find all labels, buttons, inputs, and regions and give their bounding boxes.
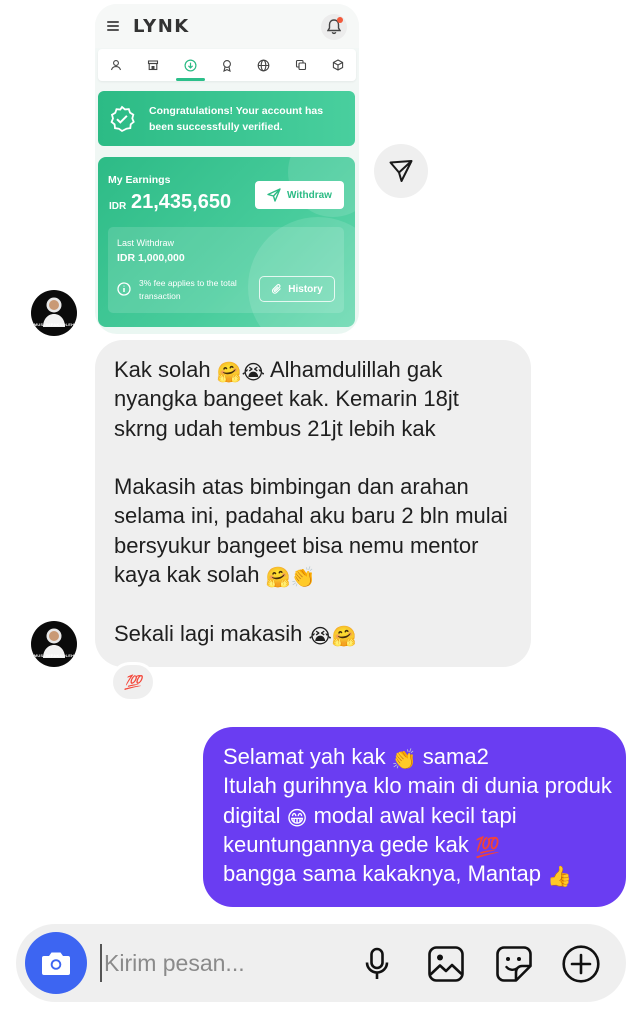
gallery-icon — [428, 946, 464, 982]
avatar[interactable]: MUSLIMPAKSOLEH — [31, 290, 77, 336]
message-paragraph: Sekali lagi makasih 😭🤗 — [114, 620, 357, 648]
globe-icon — [245, 49, 282, 81]
message-line: bangga sama kakaknya, Mantap 👍 — [223, 861, 573, 889]
sticker-icon — [496, 946, 532, 982]
fee-note: 3% fee applies to the total transaction — [139, 278, 237, 301]
earnings-amount: 21,435,650 — [131, 191, 232, 213]
earnings-card: My Earnings IDR 21,435,650 Withdraw Last… — [98, 157, 355, 327]
share-button[interactable] — [374, 144, 428, 198]
box-icon — [319, 49, 356, 81]
message-paragraph: Makasih atas bimbingan dan arahan selama… — [114, 474, 508, 590]
lynk-tab-bar — [98, 49, 356, 81]
message-line: Selamat yah kak 👏 sama2 — [223, 744, 489, 771]
withdraw-button: Withdraw — [255, 181, 344, 209]
last-withdraw-label: Last Withdraw — [117, 238, 175, 248]
lynk-header: LYNK — [95, 4, 359, 48]
mic-icon — [365, 947, 389, 979]
earnings-currency: IDR — [109, 201, 127, 212]
message-paragraph: Kak solah 🤗😭 Alhamdulillah gak nyangka b… — [114, 357, 459, 441]
bell-icon — [321, 14, 347, 40]
send-icon — [267, 188, 281, 202]
last-withdraw-box: Last Withdraw IDR 1,000,000 3% fee appli… — [108, 227, 344, 313]
shared-image[interactable]: LYNK Congratulations! Your account has b… — [95, 4, 359, 334]
lynk-logo: LYNK — [133, 16, 190, 37]
emoji: 👏 — [391, 747, 417, 771]
last-withdraw-amount: IDR 1,000,000 — [117, 252, 185, 264]
send-icon — [389, 160, 413, 182]
verified-banner: Congratulations! Your account has been s… — [98, 91, 355, 146]
message-line: Itulah gurihnya klo main di dunia produk… — [223, 773, 612, 859]
copy-icon — [282, 49, 319, 81]
earnings-label: My Earnings — [108, 174, 171, 186]
emoji: 😭🤗 — [308, 623, 357, 648]
mic-button[interactable] — [357, 944, 397, 984]
message-composer — [16, 924, 626, 1002]
user-icon — [98, 49, 135, 81]
message-input[interactable] — [100, 944, 340, 982]
emoji: 👍 — [547, 864, 573, 889]
add-icon — [562, 945, 600, 983]
award-icon — [209, 49, 246, 81]
download-icon — [172, 49, 209, 81]
gallery-button[interactable] — [426, 944, 466, 984]
emoji: 🤗👏 — [265, 565, 316, 590]
paperclip-icon — [272, 284, 282, 294]
reaction-badge[interactable]: 💯 — [110, 662, 156, 702]
info-icon — [117, 282, 131, 301]
sticker-button[interactable] — [494, 944, 534, 984]
camera-icon — [42, 952, 70, 975]
avatar[interactable]: MUSLIMPAKSOLEH — [31, 621, 77, 667]
outgoing-message[interactable]: Selamat yah kak 👏 sama2 Itulah gurihnya … — [203, 727, 626, 907]
verified-text: Congratulations! Your account has been s… — [149, 105, 324, 133]
history-button: History — [259, 276, 335, 302]
add-button[interactable] — [561, 944, 601, 984]
verified-badge-icon — [108, 105, 136, 138]
incoming-message[interactable]: Kak solah 🤗😭 Alhamdulillah gak nyangka b… — [95, 340, 531, 667]
camera-button[interactable] — [25, 932, 87, 994]
emoji: 🤗😭 — [216, 360, 266, 384]
emoji: 💯 — [475, 834, 500, 859]
store-icon — [135, 49, 172, 81]
menu-icon — [107, 21, 119, 31]
emoji: 😁 — [286, 805, 308, 830]
